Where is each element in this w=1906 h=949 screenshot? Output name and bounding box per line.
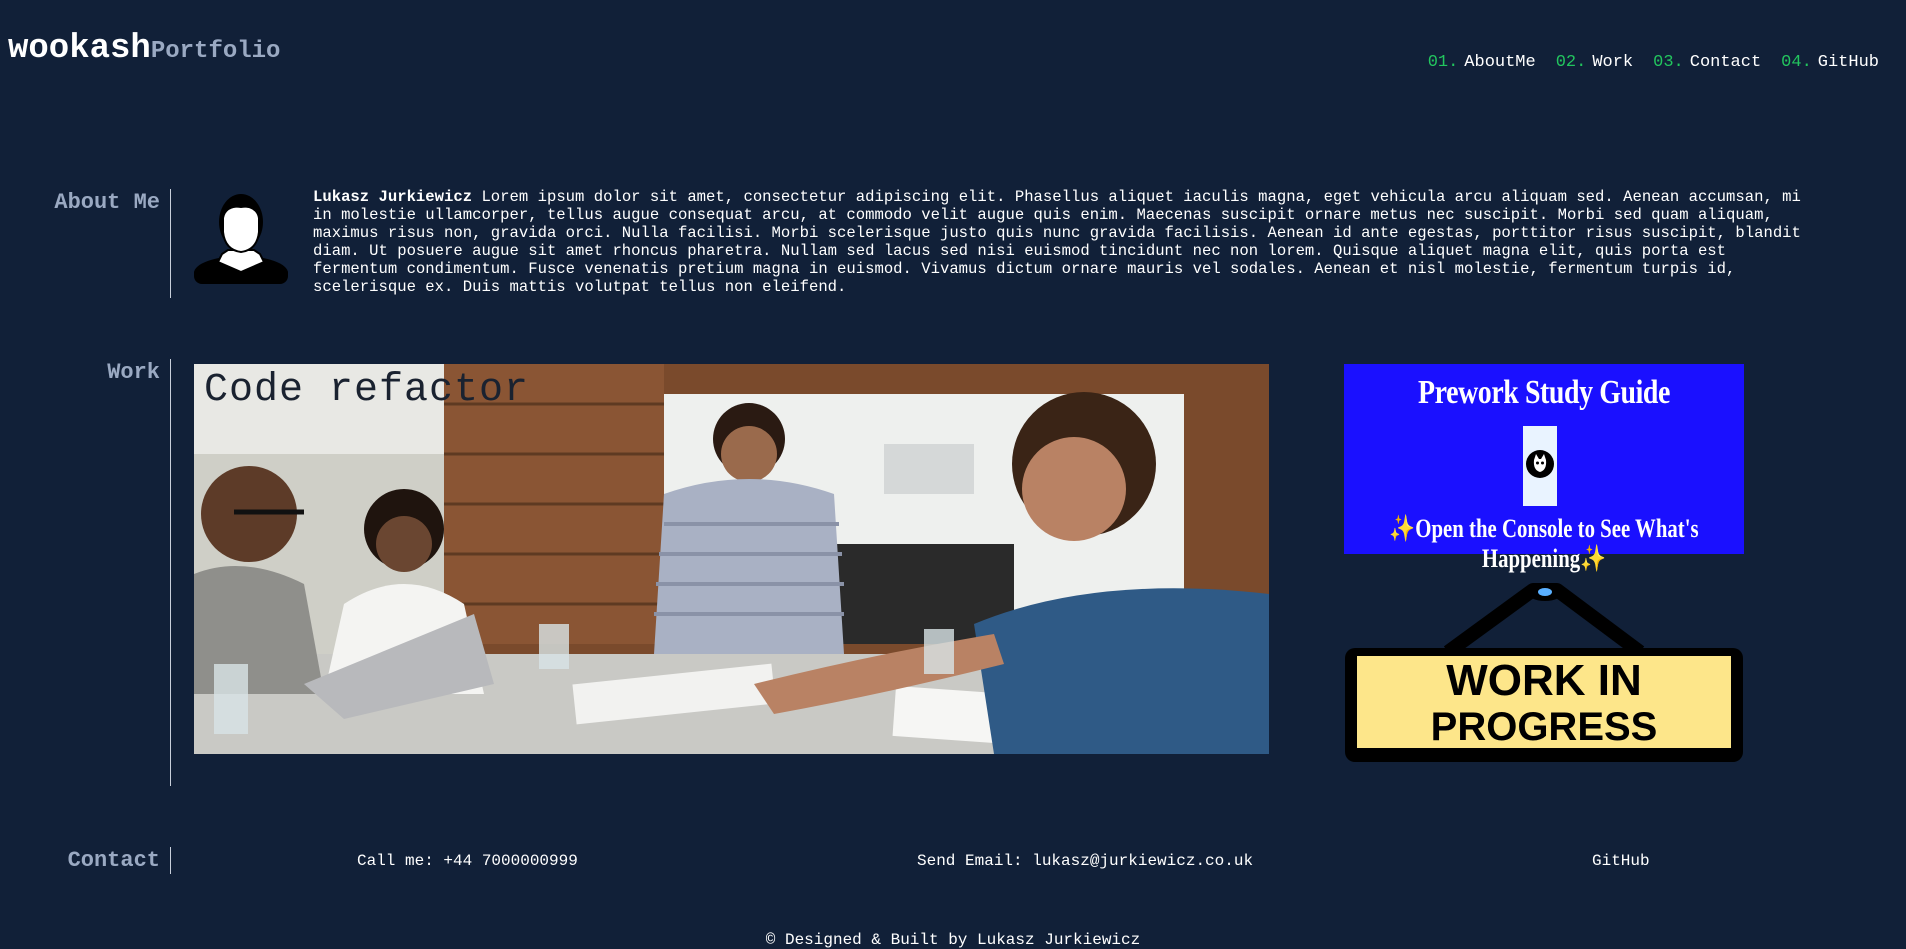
- nav-number: 02.: [1555, 53, 1587, 72]
- work-divider: [170, 359, 171, 786]
- nav-item-github[interactable]: 04. GitHub: [1781, 53, 1879, 72]
- contact-section-title: Contact: [67, 848, 160, 873]
- nav-label: Work: [1592, 53, 1634, 72]
- cat-logo-icon: [1526, 450, 1554, 478]
- about-divider: [170, 189, 171, 298]
- prework-title: Prework Study Guide: [1418, 374, 1670, 411]
- brand-name: wookash: [8, 30, 151, 68]
- prework-subtitle: ✨Open the Console to See What's Happenin…: [1384, 514, 1704, 574]
- nav-label: Contact: [1689, 53, 1762, 72]
- nav-label: GitHub: [1817, 53, 1879, 72]
- avatar-icon: [194, 194, 288, 284]
- wip-line-1: WORK IN: [1446, 656, 1642, 705]
- project-card-prework-study-guide[interactable]: Prework Study Guide ✨Open the Console to…: [1344, 364, 1744, 573]
- project-card-code-refactor[interactable]: Code refactor: [194, 364, 1269, 754]
- wip-line-2: PROGRESS: [1431, 705, 1658, 749]
- about-name: Lukasz Jurkiewicz: [313, 188, 473, 206]
- contact-phone[interactable]: Call me: +44 7000000999: [357, 852, 578, 870]
- work-section-title: Work: [107, 360, 160, 385]
- contact-divider: [170, 847, 171, 874]
- footer-credit: © Designed & Built by Lukasz Jurkiewicz: [765, 931, 1141, 949]
- nav-item-contact[interactable]: 03. Contact: [1653, 53, 1761, 72]
- nav-number: 04.: [1781, 53, 1812, 72]
- about-description: Lukasz Jurkiewicz Lorem ipsum dolor sit …: [313, 188, 1818, 296]
- site-logo[interactable]: wookashPortfolio: [8, 30, 280, 68]
- brand-subtitle: Portfolio: [150, 38, 281, 65]
- project-title: Code refactor: [204, 368, 530, 413]
- nav-label: AboutMe: [1464, 53, 1536, 72]
- contact-github-link[interactable]: GitHub: [1592, 852, 1650, 870]
- nav-number: 03.: [1653, 53, 1684, 72]
- sparkle-icon: ✨: [1389, 514, 1416, 543]
- nav-number: 01.: [1427, 53, 1459, 72]
- contact-email[interactable]: Send Email: lukasz@jurkiewicz.co.uk: [917, 852, 1253, 870]
- nav-item-about[interactable]: 01. AboutMe: [1428, 53, 1536, 72]
- about-section-title: About Me: [54, 190, 160, 215]
- nav-item-work[interactable]: 02. Work: [1556, 53, 1633, 72]
- team-meeting-image: [194, 364, 1269, 754]
- main-nav: 01. AboutMe 02. Work 03. Contact 04. GitHub: [1428, 53, 1879, 72]
- project-card-work-in-progress[interactable]: WORK IN PROGRESS: [1343, 582, 1745, 764]
- sparkle-icon: ✨: [1580, 544, 1607, 573]
- about-body: Lorem ipsum dolor sit amet, consectetur …: [313, 188, 1801, 296]
- prework-logo: [1523, 426, 1557, 506]
- prework-subtitle-text: Open the Console to See What's Happening: [1415, 514, 1699, 573]
- wip-sign-icon: WORK IN PROGRESS: [1345, 583, 1743, 762]
